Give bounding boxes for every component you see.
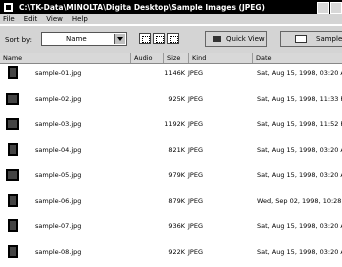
column-audio[interactable]: Audio: [131, 53, 164, 63]
sample-images-label: Sample I: [316, 35, 342, 43]
image-thumbnail-icon[interactable]: [8, 142, 18, 156]
camera-icon: [213, 36, 221, 42]
image-thumbnail-icon[interactable]: [6, 118, 19, 130]
file-name: sample-05.jpg: [35, 171, 82, 179]
file-kind: JPEG: [188, 222, 203, 230]
file-date: Sat, Aug 15, 1998, 03:20 AM: [257, 222, 342, 230]
file-kind: JPEG: [188, 171, 203, 179]
image-thumbnail-icon[interactable]: [6, 169, 19, 181]
menu-file[interactable]: File: [3, 15, 15, 23]
file-date: Sat, Aug 15, 1998, 11:33 PM: [257, 94, 342, 103]
grid-icon: [142, 36, 150, 43]
thumbnail-image: [8, 94, 17, 103]
image-thumbnail-icon[interactable]: [8, 193, 18, 207]
explorer-window: C:\TK-Data\MINOLTA\Digita Desktop\Sample…: [0, 0, 342, 267]
thumbnail-image: [10, 144, 16, 154]
file-name: sample-06.jpg: [35, 196, 82, 205]
column-size[interactable]: Size: [164, 53, 189, 63]
sort-by-label: Sort by:: [5, 36, 33, 44]
maximize-button[interactable]: [330, 2, 342, 14]
image-thumbnail-icon[interactable]: [8, 66, 18, 79]
file-size: 1146K: [164, 69, 185, 77]
title-bar[interactable]: C:\TK-Data\MINOLTA\Digita Desktop\Sample…: [0, 0, 342, 14]
small-icons-view-button[interactable]: [153, 33, 165, 44]
file-name: sample-03.jpg: [35, 120, 82, 128]
window-controls: [316, 2, 342, 14]
file-kind: JPEG: [188, 69, 203, 77]
thumbnail-image: [8, 120, 17, 128]
list-icon: [170, 36, 178, 43]
menu-bar: File Edit View Help: [0, 14, 342, 24]
sort-by-value: Name: [66, 35, 87, 43]
toolbar: Sort by: Name Quick View Sample I: [0, 25, 342, 53]
column-name[interactable]: Name: [0, 53, 131, 63]
file-date: Wed, Sep 02, 1998, 10:28 PM: [257, 196, 342, 205]
image-thumbnail-icon[interactable]: [6, 92, 19, 105]
sort-by-select[interactable]: Name: [41, 32, 127, 46]
file-row[interactable]: sample-03.jpg 1192K JPEG Sat, Aug 15, 1998,…: [0, 114, 342, 136]
file-kind: JPEG: [188, 145, 203, 154]
file-kind: JPEG: [188, 120, 203, 128]
chevron-down-icon[interactable]: [114, 34, 125, 44]
grid-icon: [156, 36, 164, 43]
thumbnail-image: [10, 68, 16, 77]
file-kind: JPEG: [188, 196, 203, 205]
file-row[interactable]: sample-01.jpg 1146K JPEG Sat, Aug 15, 1998,…: [0, 63, 342, 85]
menu-edit[interactable]: Edit: [24, 15, 38, 23]
thumbnail-image: [8, 171, 17, 179]
file-name: sample-07.jpg: [35, 222, 82, 230]
menu-help[interactable]: Help: [72, 15, 88, 23]
quick-view-label: Quick View: [226, 35, 265, 43]
folder-icon: [295, 35, 307, 43]
file-row[interactable]: sample-08.jpg 922K JPEG Sat, Aug 15, 1998, …: [0, 242, 342, 264]
file-row[interactable]: sample-06.jpg 879K JPEG Wed, Sep 02, 1998, …: [0, 191, 342, 213]
quick-view-button[interactable]: Quick View: [205, 31, 267, 47]
file-date: Sat, Aug 15, 1998, 03:20 AM: [257, 69, 342, 77]
file-name: sample-08.jpg: [35, 247, 82, 256]
file-row[interactable]: sample-07.jpg 936K JPEG Sat, Aug 15, 1998, …: [0, 216, 342, 238]
image-thumbnail-icon[interactable]: [8, 219, 18, 232]
thumbnail-image: [10, 195, 16, 205]
app-icon[interactable]: [4, 2, 13, 12]
file-name: sample-01.jpg: [35, 69, 82, 77]
sample-images-button[interactable]: Sample I: [280, 31, 342, 47]
file-name: sample-04.jpg: [35, 145, 82, 154]
file-size: 922K: [168, 247, 185, 256]
file-size: 821K: [168, 145, 185, 154]
file-kind: JPEG: [188, 247, 203, 256]
file-date: Sat, Aug 15, 1998, 03:20 AM: [257, 171, 342, 179]
file-row[interactable]: sample-05.jpg 979K JPEG Sat, Aug 15, 1998, …: [0, 165, 342, 187]
details-view-button[interactable]: [167, 33, 179, 44]
thumbnail-image: [10, 221, 16, 230]
file-date: Sat, Aug 15, 1998, 11:52 PM: [257, 120, 342, 128]
file-date: Sat, Aug 15, 1998, 03:20 AM: [257, 247, 342, 256]
image-thumbnail-icon[interactable]: [8, 244, 18, 258]
file-size: 925K: [168, 94, 185, 103]
minimize-button[interactable]: [317, 2, 329, 14]
column-kind[interactable]: Kind: [189, 53, 253, 63]
file-name: sample-02.jpg: [35, 94, 82, 103]
thumbnail-image: [10, 246, 16, 256]
column-date[interactable]: Date: [253, 53, 342, 63]
file-kind: JPEG: [188, 94, 203, 103]
file-size: 1192K: [164, 120, 185, 128]
file-row[interactable]: sample-04.jpg 821K JPEG Sat, Aug 15, 1998, …: [0, 140, 342, 162]
file-size: 936K: [168, 222, 185, 230]
large-icons-view-button[interactable]: [139, 33, 151, 44]
file-size: 879K: [168, 196, 185, 205]
file-size: 979K: [168, 171, 185, 179]
file-row[interactable]: sample-02.jpg 925K JPEG Sat, Aug 15, 1998, …: [0, 89, 342, 111]
menu-view[interactable]: View: [46, 15, 63, 23]
window-title: C:\TK-Data\MINOLTA\Digita Desktop\Sample…: [19, 2, 265, 12]
file-date: Sat, Aug 15, 1998, 03:20 AM: [257, 145, 342, 154]
